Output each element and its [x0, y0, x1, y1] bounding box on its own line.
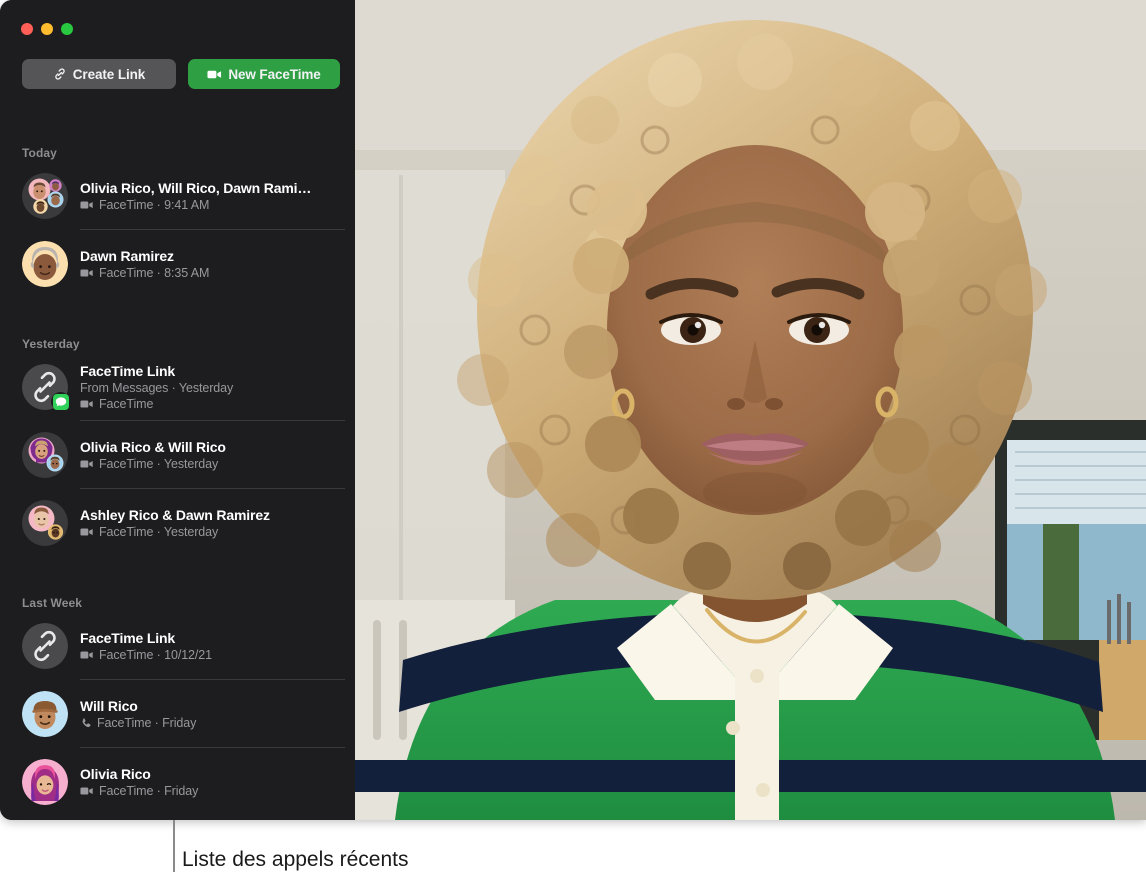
video-feed[interactable] [355, 0, 1146, 820]
call-row[interactable]: FaceTime Link FaceTime · 10/12/21 [0, 612, 355, 680]
contact-avatar [22, 691, 68, 737]
call-subtitle: FaceTime · Friday [99, 783, 198, 799]
call-subtitle: FaceTime · Yesterday [99, 524, 218, 540]
call-subtitle-row: FaceTime · 10/12/21 [80, 647, 345, 663]
section-header-yesterday: Yesterday [0, 335, 355, 353]
contact-avatar [22, 759, 68, 805]
minimize-button[interactable] [41, 23, 53, 35]
call-meta: Ashley Rico & Dawn Ramirez FaceTime · Ye… [80, 507, 345, 540]
call-subtitle: FaceTime · 9:41 AM [99, 197, 209, 213]
call-subtitle: FaceTime · Friday [97, 715, 196, 731]
new-facetime-label: New FaceTime [228, 67, 320, 82]
call-row[interactable]: Olivia Rico FaceTime · Friday [0, 748, 355, 816]
video-camera-icon [80, 527, 94, 537]
group-avatar [22, 500, 68, 546]
call-subtitle: FaceTime · 10/12/21 [99, 647, 212, 663]
call-meta: Olivia Rico & Will Rico FaceTime · Yeste… [80, 439, 345, 472]
phone-icon [80, 717, 92, 729]
contact-avatar [22, 241, 68, 287]
screenshot-root: Create Link New FaceTime Today [0, 0, 1146, 888]
call-title: Dawn Ramirez [80, 248, 345, 265]
call-meta: Olivia Rico, Will Rico, Dawn Rami… FaceT… [80, 180, 345, 213]
call-meta: Olivia Rico FaceTime · Friday [80, 766, 345, 799]
create-link-button[interactable]: Create Link [22, 59, 176, 89]
video-camera-icon [80, 399, 94, 409]
call-subtitle-row: FaceTime · Friday [80, 715, 345, 731]
callout-leader-line [173, 820, 175, 872]
call-row[interactable]: Olivia Rico, Will Rico, Dawn Rami… FaceT… [0, 162, 355, 230]
call-title: FaceTime Link [80, 363, 345, 380]
callout-caption: Liste des appels récents [182, 848, 408, 872]
call-subtitle-row: FaceTime · 8:35 AM [80, 265, 345, 281]
avatar [22, 173, 68, 219]
recent-calls-list[interactable]: Today [0, 118, 355, 820]
video-camera-icon [80, 650, 94, 660]
call-subtitle: FaceTime [99, 396, 153, 412]
avatar [22, 623, 68, 669]
video-camera-icon [80, 200, 94, 210]
window-controls [21, 23, 73, 35]
avatar [22, 364, 68, 410]
call-meta: FaceTime Link FaceTime · 10/12/21 [80, 630, 345, 663]
new-facetime-button[interactable]: New FaceTime [188, 59, 340, 89]
section-header-today: Today [0, 144, 355, 162]
create-link-label: Create Link [73, 67, 145, 82]
close-button[interactable] [21, 23, 33, 35]
call-title: Will Rico [80, 698, 345, 715]
zoom-button[interactable] [61, 23, 73, 35]
call-row[interactable]: Ashley Rico & Dawn Ramirez FaceTime · Ye… [0, 489, 355, 557]
avatar [22, 241, 68, 287]
call-subtitle-row: FaceTime · Yesterday [80, 524, 345, 540]
call-subtitle: FaceTime · 8:35 AM [99, 265, 209, 281]
call-row[interactable]: Olivia Rico & Will Rico FaceTime · Yeste… [0, 421, 355, 489]
call-title: Olivia Rico, Will Rico, Dawn Rami… [80, 180, 345, 197]
call-title: FaceTime Link [80, 630, 345, 647]
facetime-window: Create Link New FaceTime Today [0, 0, 1146, 820]
section-header-lastweek: Last Week [0, 594, 355, 612]
call-meta: FaceTime Link From Messages · Yesterday … [80, 363, 345, 412]
call-row[interactable]: FaceTime Link From Messages · Yesterday … [0, 353, 355, 421]
video-camera-icon [80, 268, 94, 278]
video-camera-icon [80, 459, 94, 469]
video-camera-icon [80, 786, 94, 796]
avatar [22, 500, 68, 546]
link-icon [53, 67, 67, 81]
group-avatar [22, 173, 68, 219]
avatar [22, 759, 68, 805]
call-title: Olivia Rico [80, 766, 345, 783]
call-row[interactable]: Dawn Ramirez FaceTime · 8:35 AM [0, 230, 355, 298]
call-row[interactable]: Will Rico FaceTime · Friday [0, 680, 355, 748]
call-meta: Dawn Ramirez FaceTime · 8:35 AM [80, 248, 345, 281]
messages-badge [51, 392, 70, 411]
avatar [22, 691, 68, 737]
call-subtitle: FaceTime · Yesterday [99, 456, 218, 472]
toolbar: Create Link New FaceTime [22, 59, 340, 89]
call-subtitle-row: FaceTime [80, 396, 345, 412]
avatar [22, 432, 68, 478]
call-title: Ashley Rico & Dawn Ramirez [80, 507, 345, 524]
call-meta: Will Rico FaceTime · Friday [80, 698, 345, 731]
call-subtitle-row: FaceTime · 9:41 AM [80, 197, 345, 213]
call-title: Olivia Rico & Will Rico [80, 439, 345, 456]
call-subtitle-row: FaceTime · Friday [80, 783, 345, 799]
video-camera-icon [207, 69, 222, 80]
call-source: From Messages · Yesterday [80, 380, 345, 396]
link-avatar [22, 623, 68, 669]
sidebar: Create Link New FaceTime Today [0, 0, 355, 820]
call-subtitle-row: FaceTime · Yesterday [80, 456, 345, 472]
group-avatar [22, 432, 68, 478]
